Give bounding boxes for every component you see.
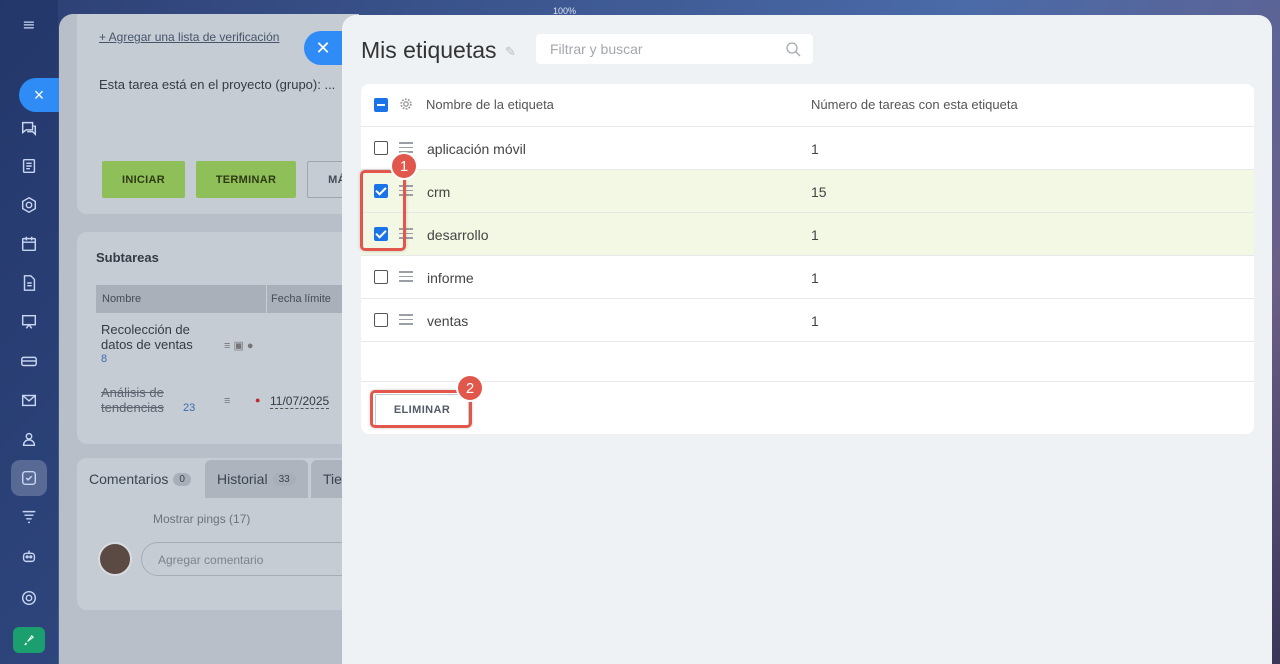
table-row[interactable]: Análisis de tendencias: [101, 385, 191, 415]
callout-box-delete: [370, 390, 472, 428]
tab-comments[interactable]: Comentarios 0: [77, 460, 203, 498]
row-checkbox[interactable]: [374, 270, 388, 284]
table-row[interactable]: informe 1: [361, 256, 1254, 299]
left-nav-rail: ≡ ×: [0, 0, 59, 664]
tags-grid: Nombre de la etiqueta Número de tareas c…: [361, 84, 1254, 434]
search-input[interactable]: [550, 41, 780, 57]
table-row[interactable]: aplicación móvil 1: [361, 127, 1254, 170]
calendar-icon[interactable]: [17, 232, 41, 256]
select-all-checkbox[interactable]: [374, 98, 388, 112]
drag-handle-icon[interactable]: [399, 314, 413, 326]
tag-name: aplicación móvil: [427, 141, 526, 157]
tag-count: 1: [811, 141, 819, 157]
feed-icon[interactable]: [17, 154, 41, 178]
subtask-count: 23: [183, 402, 196, 414]
subtask-name[interactable]: Análisis de tendencias: [101, 385, 164, 415]
tag-count: 15: [811, 184, 827, 200]
employees-icon[interactable]: [17, 427, 41, 451]
callout-box-checkboxes: [360, 170, 406, 251]
grid-footer-divider: [361, 381, 1254, 382]
subtasks-table-header: Nombre Fecha límite: [96, 285, 359, 313]
column-count-header[interactable]: Número de tareas con esta etiqueta: [811, 97, 1018, 112]
funnel-icon[interactable]: [17, 505, 41, 529]
gear-icon[interactable]: [399, 97, 413, 111]
tag-name: informe: [427, 270, 474, 286]
subtask-deadline[interactable]: 11/07/2025: [270, 394, 330, 409]
show-pings-link[interactable]: Mostrar pings (17): [153, 512, 250, 526]
tag-name: ventas: [427, 313, 469, 329]
table-row[interactable]: Recolección de datos de ventas 8: [101, 322, 206, 367]
subtask-count: 8: [101, 353, 108, 365]
collab-icon[interactable]: [17, 193, 41, 217]
table-row[interactable]: ventas 1: [361, 299, 1254, 342]
tag-count: 1: [811, 227, 819, 243]
avatar: [98, 542, 132, 576]
subtasks-title: Subtareas: [96, 250, 159, 265]
pin-icon[interactable]: ✎: [505, 45, 516, 60]
chat-icon[interactable]: [17, 116, 41, 140]
comment-input[interactable]: Agregar comentario: [141, 542, 359, 576]
mail-icon[interactable]: [17, 388, 41, 412]
overdue-dot-icon: ●: [255, 395, 261, 405]
drive-icon[interactable]: [17, 349, 41, 373]
table-row[interactable]: desarrollo 1: [361, 213, 1254, 256]
board-icon[interactable]: [17, 310, 41, 334]
tags-slider-panel: Mis etiquetas ✎ Nombre de la etiqueta Nú…: [342, 15, 1272, 664]
project-text: Esta tarea está en el proyecto (grupo): …: [99, 77, 336, 92]
subtask-menu-icon[interactable]: ≡: [224, 395, 230, 407]
subtask-name[interactable]: Recolección de datos de ventas: [101, 322, 193, 352]
tag-count: 1: [811, 270, 819, 286]
drag-handle-icon[interactable]: [399, 271, 413, 283]
finish-button[interactable]: TERMINAR: [196, 161, 296, 198]
start-button[interactable]: INICIAR: [102, 161, 185, 198]
col-name: Nombre: [102, 293, 142, 305]
search-box[interactable]: [536, 34, 813, 64]
close-task-icon[interactable]: ×: [19, 78, 59, 112]
search-icon[interactable]: [785, 41, 801, 57]
add-checklist-link[interactable]: + Agregar una lista de verificación: [99, 30, 279, 44]
subtask-menu-icon[interactable]: ≡ ▣ ●: [224, 339, 254, 352]
rocket-icon[interactable]: [13, 627, 45, 653]
row-checkbox[interactable]: [374, 141, 388, 155]
page-title: Mis etiquetas: [361, 37, 497, 63]
grid-header: Nombre de la etiqueta Número de tareas c…: [361, 84, 1254, 127]
table-row[interactable]: crm 15: [361, 170, 1254, 213]
tag-name: desarrollo: [427, 227, 489, 243]
settings-icon[interactable]: [17, 586, 41, 610]
col-deadline: Fecha límite: [271, 293, 331, 305]
row-checkbox[interactable]: [374, 313, 388, 327]
comment-placeholder: Agregar comentario: [158, 553, 264, 567]
tag-count: 1: [811, 313, 819, 329]
close-slider-button[interactable]: ✕: [304, 31, 342, 65]
menu-icon[interactable]: ≡: [17, 12, 41, 36]
task-detail-background: + Agregar una lista de verificación Esta…: [59, 14, 359, 664]
document-icon[interactable]: [17, 271, 41, 295]
robot-icon[interactable]: [17, 544, 41, 568]
callout-badge-1: 1: [390, 152, 418, 180]
tag-name: crm: [427, 184, 451, 200]
tab-history[interactable]: Historial 33: [205, 460, 308, 498]
tasks-icon[interactable]: [17, 466, 41, 490]
callout-badge-2: 2: [456, 374, 484, 402]
column-name-header[interactable]: Nombre de la etiqueta: [426, 97, 554, 112]
